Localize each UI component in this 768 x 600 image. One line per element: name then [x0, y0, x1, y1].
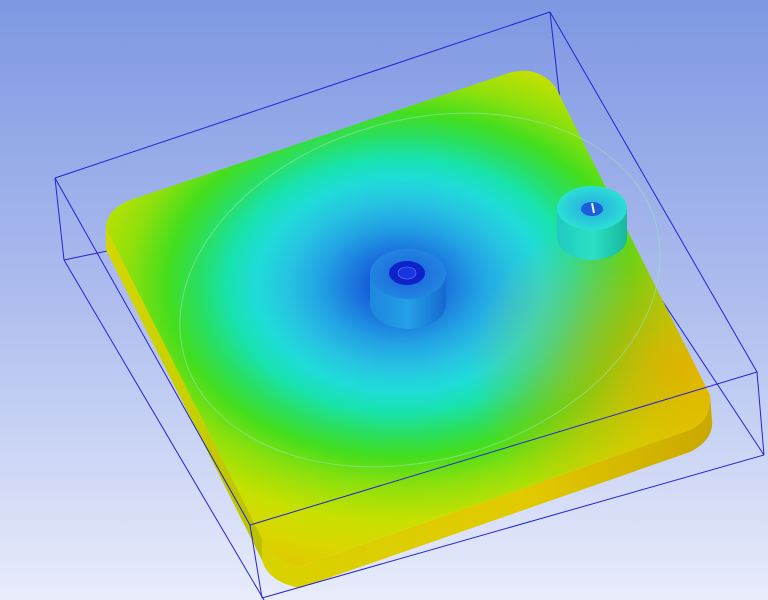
- corner-boss[interactable]: [557, 186, 627, 260]
- model-scene[interactable]: [0, 0, 768, 600]
- center-boss-hole-core: [397, 266, 417, 280]
- 3d-viewport[interactable]: [0, 0, 768, 600]
- center-boss[interactable]: [370, 249, 446, 329]
